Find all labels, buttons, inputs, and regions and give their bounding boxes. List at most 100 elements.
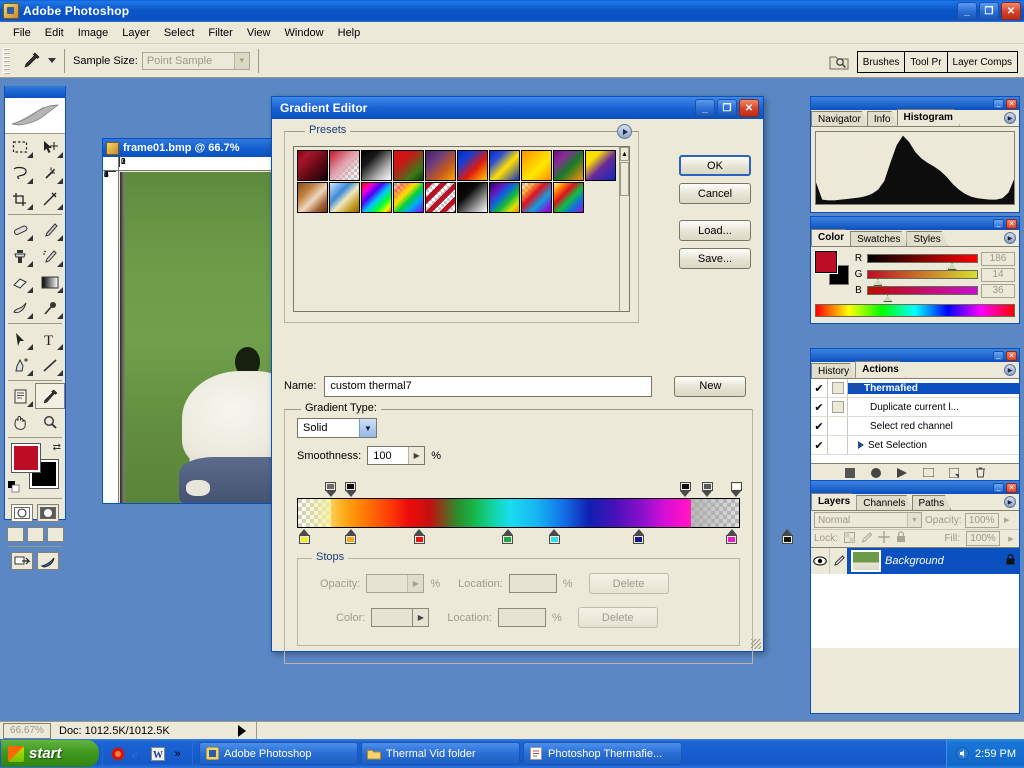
preset-swatch-rainbow-diagonal[interactable] (489, 182, 520, 213)
slider-thumb-b[interactable] (883, 295, 893, 302)
document-title-bar[interactable]: frame01.bmp @ 66.7% (103, 139, 276, 157)
histogram-palette-title-bar[interactable]: _ ✕ (811, 97, 1019, 110)
pen-icon[interactable] (5, 352, 35, 378)
delete-color-stop-button[interactable]: Delete (577, 607, 658, 628)
opacity-slider-arrow-icon[interactable]: ▶ (1002, 513, 1012, 528)
color-stop-0[interactable] (298, 529, 310, 544)
preset-swatch-violet-green-orange[interactable] (553, 150, 584, 181)
slider-track-r[interactable] (867, 254, 978, 270)
magic-wand-icon[interactable] (35, 160, 65, 186)
layer-opacity-input[interactable]: 100% (964, 512, 999, 528)
preset-swatch-foreground-to-black[interactable] (297, 150, 328, 181)
actions-minimize-button[interactable]: _ (993, 350, 1004, 361)
layers-minimize-button[interactable]: _ (993, 482, 1004, 493)
gradient-editor-maximize-button[interactable]: ❐ (717, 99, 737, 117)
action-row-set-selection[interactable]: ✔ Set Selection (811, 436, 1019, 455)
color-stop-7[interactable] (781, 529, 793, 544)
options-bar-grip[interactable] (3, 47, 10, 74)
image-canvas[interactable] (120, 172, 276, 503)
blur-icon[interactable] (5, 295, 35, 321)
blend-mode-select[interactable]: Normal ▼ (814, 512, 922, 528)
healing-brush-icon[interactable] (5, 217, 35, 243)
preset-swatch-yellow-violet-orange-blue[interactable] (585, 150, 616, 181)
taskbar-item-folder[interactable]: Thermal Vid folder (361, 742, 520, 765)
channel-value-b[interactable]: 36 (981, 283, 1015, 298)
histogram-minimize-button[interactable]: _ (993, 98, 1004, 109)
eraser-icon[interactable] (5, 269, 35, 295)
dodge-icon[interactable] (35, 295, 65, 321)
menu-view[interactable]: View (240, 25, 278, 41)
preset-swatch-chrome[interactable] (329, 182, 360, 213)
layers-close-button[interactable]: ✕ (1006, 482, 1017, 493)
smoothness-input[interactable]: 100 ▶ (367, 446, 426, 465)
color-stop-2[interactable] (413, 529, 425, 544)
actions-close-button[interactable]: ✕ (1006, 350, 1017, 361)
action-dialog-box[interactable] (828, 417, 848, 435)
menu-image[interactable]: Image (71, 25, 116, 41)
color-spectrum-ramp[interactable] (815, 304, 1015, 317)
feather-icon[interactable] (37, 552, 59, 570)
smoothness-slider-arrow-icon[interactable]: ▶ (408, 447, 425, 464)
standard-screen-icon[interactable] (6, 527, 24, 542)
preset-swatch-spectrum[interactable] (361, 182, 392, 213)
tab-histogram[interactable]: Histogram (897, 109, 960, 126)
layers-palette-title-bar[interactable]: _ ✕ (811, 481, 1019, 494)
palette-menu-icon[interactable]: ▶ (1004, 364, 1016, 376)
color-stop-1[interactable] (345, 529, 357, 544)
new-set-icon[interactable] (922, 466, 935, 479)
color-stop-swatch[interactable]: ▶ (371, 608, 430, 627)
minimize-button[interactable]: _ (957, 2, 977, 20)
color-stop-6[interactable] (726, 529, 738, 544)
hand-icon[interactable] (5, 409, 35, 435)
color-close-button[interactable]: ✕ (1006, 218, 1017, 229)
sample-size-select[interactable]: Point Sample ▼ (141, 51, 250, 70)
trash-icon[interactable] (974, 466, 987, 479)
tab-actions[interactable]: Actions (855, 361, 906, 378)
action-row-duplicate[interactable]: ✔ Duplicate current l... (811, 398, 1019, 417)
layer-fill-input[interactable]: 100% (966, 531, 1000, 546)
action-dialog-box[interactable] (828, 436, 848, 454)
cancel-button[interactable]: Cancel (679, 183, 751, 204)
brush-icon[interactable] (829, 548, 847, 574)
presets-scrollbar[interactable]: ▲ (619, 147, 629, 311)
close-button[interactable]: ✕ (1001, 2, 1021, 20)
fill-slider-arrow-icon[interactable]: ▶ (1006, 531, 1016, 546)
preset-swatch-red-green[interactable] (393, 150, 424, 181)
action-dialog-box[interactable] (828, 379, 848, 397)
slice-icon[interactable] (35, 186, 65, 212)
toolbox-title-bar[interactable] (5, 86, 65, 98)
preset-swatch-violet-orange[interactable] (425, 150, 456, 181)
taskbar-item-photoshop[interactable]: Adobe Photoshop (199, 742, 358, 765)
tab-tool-presets[interactable]: Tool Pr (905, 52, 948, 72)
history-brush-icon[interactable] (35, 243, 65, 269)
delete-opacity-stop-button[interactable]: Delete (588, 573, 669, 594)
tab-brushes[interactable]: Brushes (858, 52, 906, 72)
preset-swatch-black-white[interactable] (361, 150, 392, 181)
lock-position-icon[interactable] (877, 531, 890, 546)
taskbar-item-document[interactable]: Photoshop Thermafie... (523, 742, 682, 765)
play-icon[interactable] (896, 466, 909, 479)
histogram-close-button[interactable]: ✕ (1006, 98, 1017, 109)
layer-row-background[interactable]: Background (811, 548, 1019, 574)
tool-preset-chevron-down-icon[interactable] (48, 58, 56, 63)
menu-select[interactable]: Select (157, 25, 202, 41)
tab-navigator[interactable]: Navigator (811, 111, 868, 126)
opacity-stop-3[interactable] (701, 482, 713, 497)
palette-menu-icon[interactable]: ▶ (1004, 112, 1016, 124)
opacity-slider-arrow-icon[interactable]: ▶ (407, 575, 424, 592)
chevron-more-icon[interactable]: » (170, 746, 185, 761)
color-stop-5[interactable] (633, 529, 645, 544)
preset-swatch-transparent-spectrum[interactable] (521, 182, 552, 213)
full-screen-menubar-icon[interactable] (26, 527, 44, 542)
menu-layer[interactable]: Layer (115, 25, 157, 41)
preset-swatch-transparent-stripes[interactable] (425, 182, 456, 213)
tab-styles[interactable]: Styles (906, 231, 947, 246)
color-location-input[interactable] (498, 608, 546, 627)
lock-transparency-icon[interactable] (843, 531, 855, 546)
new-action-icon[interactable] (948, 466, 961, 479)
gradient-name-input[interactable]: custom thermal7 (324, 375, 653, 397)
zoom-icon[interactable] (35, 409, 65, 435)
color-palette-title-bar[interactable]: _ ✕ (811, 217, 1019, 230)
opacity-stop-1[interactable] (345, 482, 357, 497)
preset-swatch-black-white-2[interactable] (457, 182, 488, 213)
